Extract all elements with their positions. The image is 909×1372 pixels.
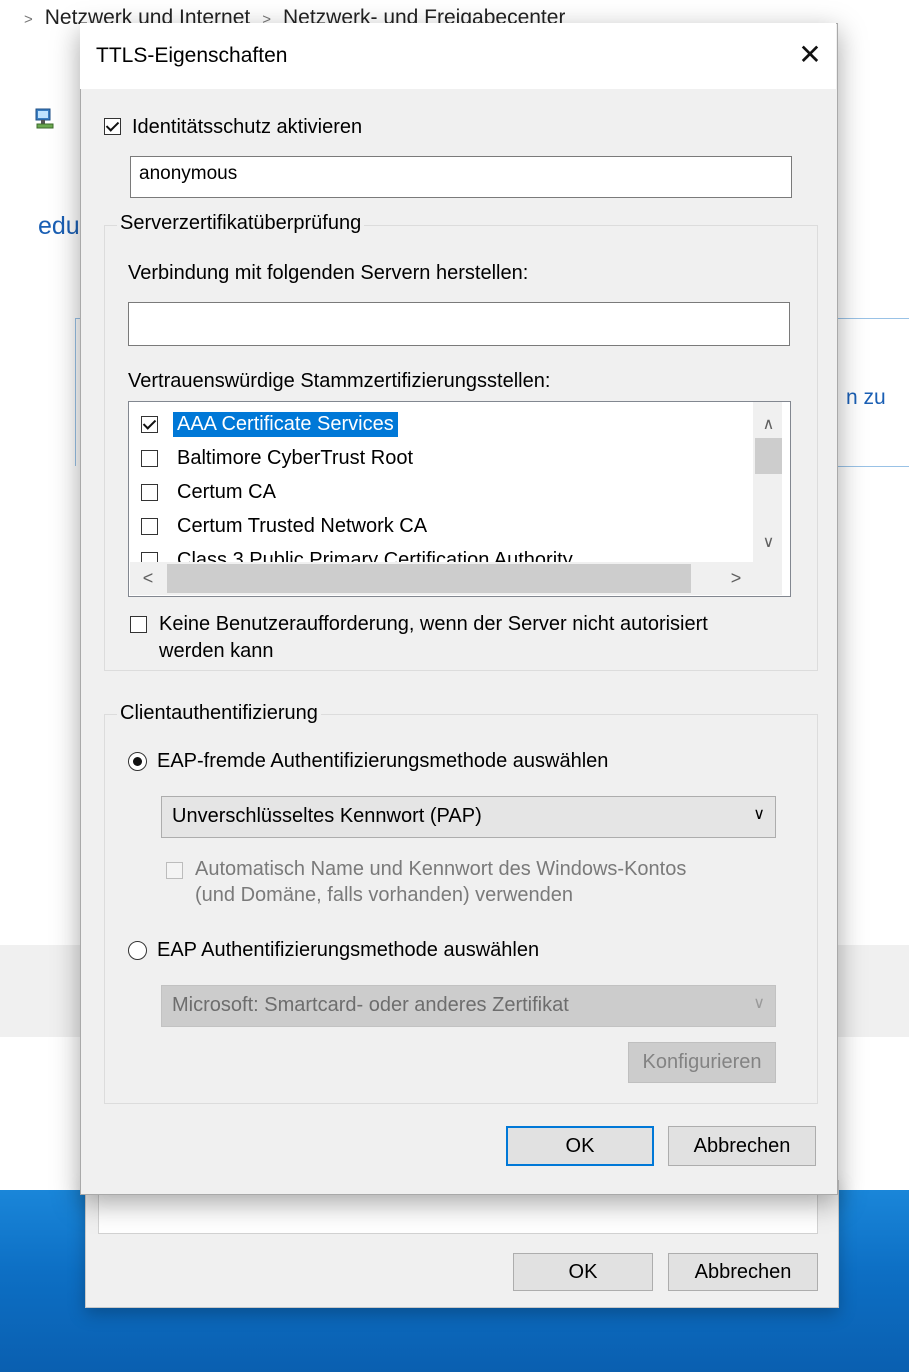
non-eap-method-radio[interactable]	[128, 752, 147, 771]
identity-protection-label: Identitätsschutz aktivieren	[132, 116, 363, 138]
certificate-checkbox[interactable]	[141, 484, 158, 501]
non-eap-method-select[interactable]: Unverschlüsseltes Kennwort (PAP) ∨	[161, 796, 776, 838]
certificate-name: AAA Certificate Services	[173, 412, 398, 437]
no-prompt-label-cont: werden kann	[159, 640, 274, 662]
close-icon[interactable]: ✕	[790, 37, 830, 73]
eap-method-label: EAP Authentifizierungsmethode auswählen	[157, 939, 540, 961]
auto-windows-login-label: Automatisch Name und Kennwort des Window…	[195, 858, 687, 880]
certificate-name: Certum Trusted Network CA	[177, 515, 428, 537]
vertical-scroll-thumb[interactable]	[755, 438, 782, 474]
servers-label: Verbindung mit folgenden Servern herstel…	[128, 262, 529, 284]
parent-cancel-button[interactable]: Abbrechen	[668, 1253, 818, 1291]
chevron-right-icon: >	[24, 11, 33, 28]
parent-ok-button[interactable]: OK	[513, 1253, 653, 1291]
client-auth-group-title: Clientauthentifizierung	[117, 702, 321, 725]
auto-windows-login-checkbox[interactable]	[166, 862, 183, 879]
server-cert-group-title: Serverzertifikatüberprüfung	[117, 212, 365, 235]
certificate-name: Certum CA	[177, 481, 276, 503]
certificate-checkbox[interactable]	[141, 416, 158, 433]
scroll-left-icon[interactable]: <	[134, 568, 162, 589]
scroll-up-icon[interactable]: ∧	[755, 414, 782, 434]
servers-input[interactable]	[128, 302, 790, 346]
auto-windows-login-label-cont: (und Domäne, falls vorhanden) verwenden	[195, 884, 573, 906]
chevron-down-icon: ∨	[753, 806, 765, 823]
scrollbar-corner	[753, 562, 782, 595]
no-prompt-label: Keine Benutzeraufforderung, wenn der Ser…	[159, 613, 708, 635]
ok-button[interactable]: OK	[506, 1126, 654, 1166]
background-link-fragment[interactable]: n zu	[846, 386, 886, 410]
certificate-checkbox[interactable]	[141, 518, 158, 535]
configure-button[interactable]: Konfigurieren	[628, 1042, 776, 1083]
scroll-right-icon[interactable]: >	[722, 568, 750, 589]
eap-method-radio[interactable]	[128, 941, 147, 960]
parent-dialog-field	[98, 1194, 818, 1234]
panel-border	[838, 466, 909, 467]
panel-border	[75, 318, 76, 466]
chevron-down-icon: ∨	[753, 995, 765, 1012]
identity-protection-checkbox[interactable]	[104, 118, 121, 135]
scroll-down-icon[interactable]: ∨	[755, 532, 782, 552]
dialog-title: TTLS-Eigenschaften	[96, 44, 288, 67]
certificate-checkbox[interactable]	[141, 450, 158, 467]
eap-method-value: Microsoft: Smartcard- oder anderes Zerti…	[172, 994, 569, 1016]
non-eap-method-value: Unverschlüsseltes Kennwort (PAP)	[172, 805, 482, 827]
trusted-ca-label: Vertrauenswürdige Stammzertifizierungsst…	[128, 370, 551, 392]
network-name-link[interactable]: edu	[38, 212, 80, 241]
certificate-name: Baltimore CyberTrust Root	[177, 447, 413, 469]
horizontal-scroll-thumb[interactable]	[167, 564, 691, 593]
no-prompt-checkbox[interactable]	[130, 616, 147, 633]
eap-method-select[interactable]: Microsoft: Smartcard- oder anderes Zerti…	[161, 985, 776, 1027]
network-adapter-icon	[35, 108, 54, 129]
non-eap-method-label: EAP-fremde Authentifizierungsmethode aus…	[157, 750, 609, 772]
anonymous-identity-input[interactable]: anonymous	[130, 156, 792, 198]
cancel-button[interactable]: Abbrechen	[668, 1126, 816, 1166]
